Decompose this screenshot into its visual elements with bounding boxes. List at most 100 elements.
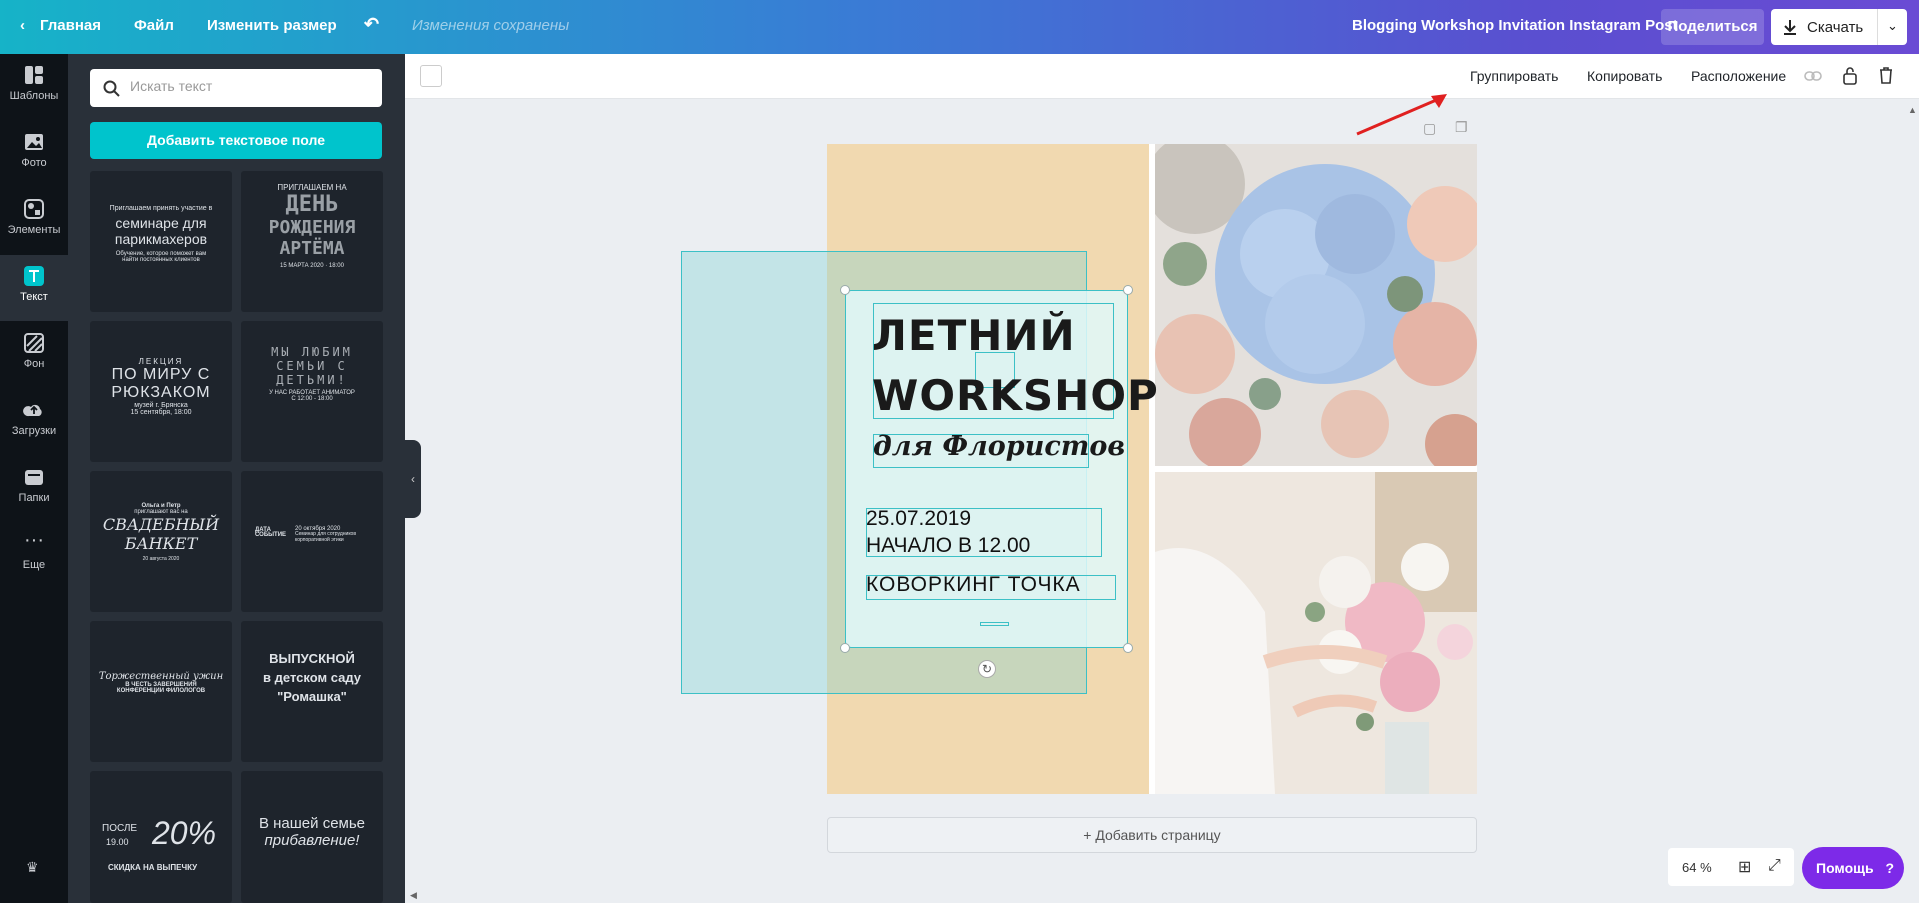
template-card[interactable]: Ольга и Петр приглашают вас на СВАДЕБНЫЙ… <box>90 471 232 612</box>
download-button[interactable]: Скачать ⌄ <box>1771 9 1907 45</box>
color-swatch[interactable] <box>420 65 442 87</box>
template-text: ПО МИРУ С <box>111 366 211 383</box>
template-text: ДЕТЬМИ! <box>276 373 348 387</box>
rail-label: Элементы <box>7 224 61 236</box>
rail-item-templates[interactable]: Шаблоны <box>0 54 68 120</box>
back-chevron-icon[interactable]: ‹ <box>20 17 25 34</box>
template-text: найти постоянных клиентов <box>122 257 200 263</box>
add-page-button[interactable]: + Добавить страницу <box>827 817 1477 853</box>
template-text: Приглашаем принять участие в <box>109 205 213 212</box>
rotate-icon[interactable]: ↻ <box>978 660 996 678</box>
selection-outline <box>980 622 1009 626</box>
search-box[interactable] <box>90 69 382 107</box>
divider <box>1877 9 1878 45</box>
template-text: корпоративной этики <box>295 537 344 543</box>
uploads-icon <box>23 404 42 417</box>
template-text: СКИДКА НА ВЫПЕЧКУ <box>108 863 198 872</box>
title-line-2: WORKSHOP <box>872 371 1159 420</box>
text-icon <box>24 266 44 286</box>
vertical-scrollbar[interactable]: ▲ <box>1905 105 1919 873</box>
question-icon: ? <box>1885 860 1895 876</box>
rail-item-folders[interactable]: Папки <box>0 456 68 522</box>
template-text: С 12:00 - 18:00 <box>291 396 333 402</box>
resize-handle[interactable] <box>1123 285 1133 295</box>
rail-item-photo[interactable]: Фото <box>0 121 68 187</box>
grid-view-icon[interactable]: ⊞ <box>1738 857 1751 877</box>
template-text: РОЖДЕНИЯ <box>268 217 356 238</box>
undo-icon[interactable]: ↶ <box>364 14 379 35</box>
arrange-button[interactable]: Расположение <box>1691 68 1786 84</box>
copy-button[interactable]: Копировать <box>1587 68 1662 84</box>
florist-hands-image <box>1155 472 1477 794</box>
home-button[interactable]: Главная <box>40 17 101 34</box>
add-text-button[interactable]: Добавить текстовое поле <box>90 122 382 159</box>
rail-item-background[interactable]: Фон <box>0 322 68 388</box>
trash-icon[interactable] <box>1878 65 1894 85</box>
resize-handle[interactable] <box>1123 643 1133 653</box>
link-icon[interactable] <box>1804 69 1822 83</box>
rail-label: Фото <box>21 157 47 169</box>
share-button[interactable]: Поделиться <box>1661 9 1764 45</box>
background-icon <box>24 333 44 353</box>
date-line: 25.07.2019 <box>866 507 972 530</box>
zoom-control[interactable]: 64 % ⊞ ⤢ <box>1668 848 1794 886</box>
document-title[interactable]: Blogging Workshop Invitation Instagram P… <box>1352 17 1678 34</box>
design-venue[interactable]: КОВОРКИНГ ТОЧКА <box>866 573 1081 597</box>
editor-toolbar: Группировать Копировать Расположение <box>405 54 1919 99</box>
design-subtitle[interactable]: для Флористов <box>873 431 1125 462</box>
group-button[interactable]: Группировать <box>1470 68 1558 84</box>
rail-item-text[interactable]: Текст <box>0 255 68 321</box>
template-text: ЛЕКЦИЯ <box>138 357 184 366</box>
template-text: 19.00 <box>106 837 129 847</box>
template-text: РЮКЗАКОМ <box>111 384 211 401</box>
resize-button[interactable]: Изменить размер <box>207 17 337 34</box>
chevron-down-icon[interactable]: ⌄ <box>1887 18 1898 34</box>
download-label: Скачать <box>1807 19 1864 36</box>
lock-icon[interactable] <box>1842 65 1858 85</box>
template-text: МЫ ЛЮБИМ <box>271 345 353 359</box>
rail-item-elements[interactable]: Элементы <box>0 188 68 254</box>
design-title[interactable]: ЛЕТНИЙ WORKSHOP <box>872 306 1159 426</box>
template-card[interactable]: ВЫПУСКНОЙ в детском саду "Ромашка" <box>241 621 383 762</box>
template-card[interactable]: ПРИГЛАШАЕМ НА ДЕНЬ РОЖДЕНИЯ АРТЁМА 15 МА… <box>241 171 383 312</box>
rail-label: Шаблоны <box>9 90 59 102</box>
template-text: 20% <box>152 815 217 851</box>
flower-bouquet-image <box>1155 144 1477 466</box>
resize-handle[interactable] <box>840 643 850 653</box>
red-arrow-annotation <box>1356 94 1447 136</box>
rail-label: Папки <box>18 492 50 504</box>
template-card[interactable]: ДАТА 20 октября 2020 СОБЫТИЕ Семинар для… <box>241 471 383 612</box>
hydrangea-photo[interactable] <box>1155 144 1477 466</box>
crown-icon[interactable]: ♛ <box>26 859 39 876</box>
rail-label: Загрузки <box>11 425 57 437</box>
duplicate-page-icon[interactable]: ❐ <box>1455 119 1468 136</box>
photo-icon <box>25 134 43 150</box>
horizontal-scrollbar[interactable]: ◀ <box>410 890 1900 902</box>
template-text: ПРИГЛАШАЕМ НА <box>277 183 347 192</box>
template-text: ВЫПУСКНОЙ <box>269 651 355 666</box>
resize-handle[interactable] <box>840 285 850 295</box>
side-rail: Шаблоны Фото Элементы Текст Фон Загрузки… <box>0 54 68 903</box>
template-card[interactable]: ПОСЛЕ 19.00 20% СКИДКА НА ВЫПЕЧКУ <box>90 771 232 903</box>
design-date[interactable]: 25.07.2019 НАЧАЛО В 12.00 <box>866 505 1030 559</box>
template-card[interactable]: ЛЕКЦИЯ ПО МИРУ С РЮКЗАКОМ музей г. Брянс… <box>90 321 232 462</box>
fullscreen-icon[interactable]: ⤢ <box>1768 857 1781 875</box>
file-menu[interactable]: Файл <box>134 17 174 34</box>
template-text: прибавление! <box>264 832 360 849</box>
template-text: парикмахеров <box>114 231 208 247</box>
template-text: КОНФЕРЕНЦИИ ФИЛОЛОГОВ <box>116 688 206 694</box>
zoom-level[interactable]: 64 % <box>1682 860 1712 875</box>
template-card[interactable]: МЫ ЛЮБИМ СЕМЬИ С ДЕТЬМИ! У НАС РАБОТАЕТ … <box>241 321 383 462</box>
template-text: музей г. Брянска <box>134 402 188 409</box>
search-input[interactable] <box>130 78 370 94</box>
template-card[interactable]: В нашей семье прибавление! <box>241 771 383 903</box>
rail-label: Текст <box>20 291 48 303</box>
template-card[interactable]: Торжественный ужин В ЧЕСТЬ ЗАВЕРШЕНИЯ КО… <box>90 621 232 762</box>
florist-photo[interactable] <box>1155 472 1477 794</box>
rail-item-more[interactable]: ··· Еще <box>0 523 68 589</box>
template-card[interactable]: Приглашаем принять участие в семинаре дл… <box>90 171 232 312</box>
search-icon <box>103 80 120 97</box>
help-button[interactable]: Помощь ? <box>1802 847 1904 889</box>
template-text: АРТЁМА <box>279 238 345 259</box>
rail-item-uploads[interactable]: Загрузки <box>0 389 68 455</box>
